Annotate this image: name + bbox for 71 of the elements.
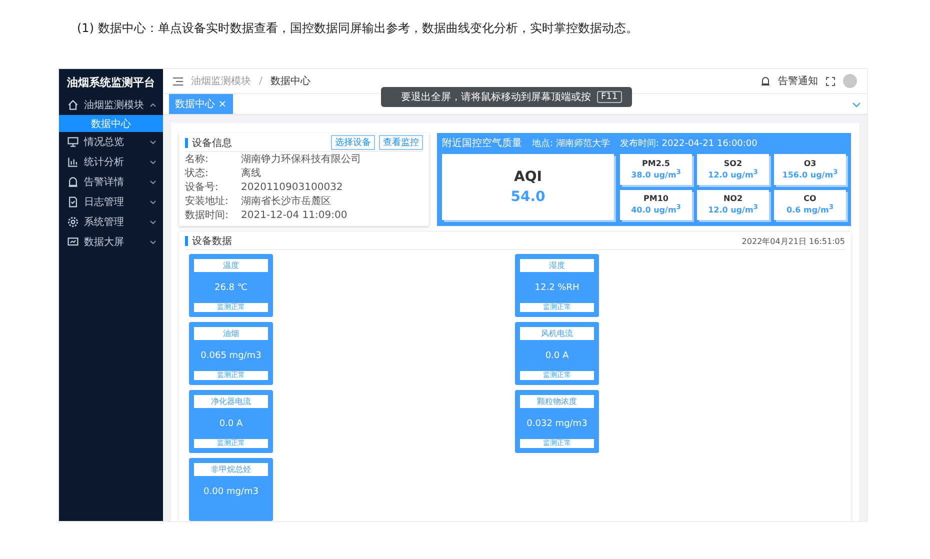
sidebar-item[interactable]: 统计分析 bbox=[59, 152, 163, 172]
publish-time: 发布时间: 2022-04-21 16:00:00 bbox=[620, 138, 758, 150]
sensor-value: 0.0 A bbox=[545, 350, 569, 360]
pollutant-value: 0.6 mg/m$^{3}$ bbox=[786, 203, 834, 216]
pollutant-value: 12.0 ug/m$^{3}$ bbox=[708, 203, 758, 216]
timestamp: 2022年04月21日 16:51:05 bbox=[742, 236, 845, 246]
chevron-down-icon[interactable] bbox=[852, 100, 861, 108]
field-value: 2020110903100032 bbox=[241, 182, 344, 192]
sidebar-item[interactable]: 告警详情 bbox=[59, 172, 163, 192]
key-badge: F11 bbox=[597, 91, 622, 103]
pollutant-value: 38.0 ug/m$^{3}$ bbox=[631, 168, 681, 180]
sensor-value: 12.2 %RH bbox=[534, 282, 580, 292]
breadcrumb-separator: / bbox=[259, 76, 262, 86]
pollutant-value: 156.0 ug/m$^{3}$ bbox=[782, 168, 838, 180]
sensor-value: 26.8 ℃ bbox=[214, 282, 248, 292]
pollutant-name: PM10 bbox=[644, 194, 668, 204]
caption-text: (1) 数据中心：单点设备实时数据查看，国控数据同屏输出参考，数据曲线变化分析，实时掌控数据动态。 bbox=[76, 20, 639, 37]
field-label: 状态: bbox=[185, 166, 210, 180]
sidebar-item[interactable]: 油烟监测模块 bbox=[59, 95, 163, 115]
sidebar-item[interactable]: 日志管理 bbox=[59, 192, 163, 212]
notification-link[interactable]: 告警通知 bbox=[778, 74, 818, 88]
aqi-value: 54.0 bbox=[510, 189, 546, 205]
settings-icon bbox=[67, 216, 79, 228]
pollutant-name: O3 bbox=[804, 158, 816, 168]
menu-icon[interactable] bbox=[173, 76, 183, 86]
bar-chart-icon bbox=[67, 156, 79, 168]
panel-title: 附近国控空气质量 bbox=[442, 136, 522, 150]
sensor-name: 非甲烷总烃 bbox=[194, 463, 268, 476]
monitor-icon bbox=[67, 136, 79, 148]
bell-icon bbox=[761, 76, 770, 86]
pollutant-value: 12.0 ug/m$^{3}$ bbox=[708, 168, 758, 180]
document-icon bbox=[67, 196, 79, 208]
aqi-label: AQI bbox=[514, 169, 542, 185]
sensor-name: 湿度 bbox=[520, 259, 594, 272]
toast-text: 要退出全屏，请将鼠标移动到屏幕顶端或按 bbox=[401, 90, 591, 104]
field-value: 离线 bbox=[241, 166, 262, 180]
field-label: 数据时间: bbox=[185, 208, 230, 222]
screen-icon bbox=[67, 236, 79, 248]
section-title: 设备信息 bbox=[192, 136, 232, 150]
sensor-value: 0.065 mg/m3 bbox=[200, 350, 262, 360]
section-marker bbox=[185, 236, 188, 246]
section-title: 设备数据 bbox=[192, 235, 232, 248]
sensor-name: 风机电流 bbox=[520, 327, 594, 340]
sensor-value: 0.032 mg/m3 bbox=[526, 418, 588, 428]
pollutant-name: CO bbox=[804, 194, 816, 204]
sidebar-item[interactable]: 情况总览 bbox=[59, 132, 163, 152]
fullscreen-icon[interactable] bbox=[826, 76, 835, 86]
field-label: 名称: bbox=[185, 153, 210, 166]
sensor-value: 0.0 A bbox=[219, 418, 243, 428]
sensor-value: 0.00 mg/m3 bbox=[204, 486, 258, 496]
sensor-name: 净化器电流 bbox=[194, 395, 268, 408]
sensor-name: 颗粒物浓度 bbox=[520, 395, 594, 408]
pollutant-name: SO2 bbox=[724, 158, 742, 168]
field-value: 湖南省长沙市岳麓区 bbox=[241, 194, 332, 208]
sidebar-item[interactable]: 数据大屏 bbox=[59, 232, 163, 252]
sensor-name: 油烟 bbox=[194, 327, 268, 340]
field-label: 安装地址: bbox=[185, 194, 230, 208]
field-value: 2021-12-04 11:09:00 bbox=[241, 210, 348, 220]
app-title: 油烟系统监测平台 bbox=[66, 74, 156, 90]
pollutant-value: 40.0 ug/m$^{3}$ bbox=[631, 203, 681, 216]
field-label: 设备号: bbox=[185, 181, 220, 194]
pollutant-name: PM2.5 bbox=[642, 158, 670, 168]
location-text: 地点: 湖南师范大学 bbox=[532, 138, 610, 150]
breadcrumb-item[interactable]: 数据中心 bbox=[270, 74, 310, 88]
home-icon bbox=[67, 99, 79, 111]
sidebar-item[interactable]: 系统管理 bbox=[59, 212, 163, 232]
field-value: 湖南铮力环保科技有限公司 bbox=[241, 152, 362, 166]
bell-icon bbox=[67, 176, 79, 188]
section-marker bbox=[185, 138, 188, 148]
pollutant-name: NO2 bbox=[723, 194, 743, 204]
sensor-name: 温度 bbox=[194, 259, 268, 272]
